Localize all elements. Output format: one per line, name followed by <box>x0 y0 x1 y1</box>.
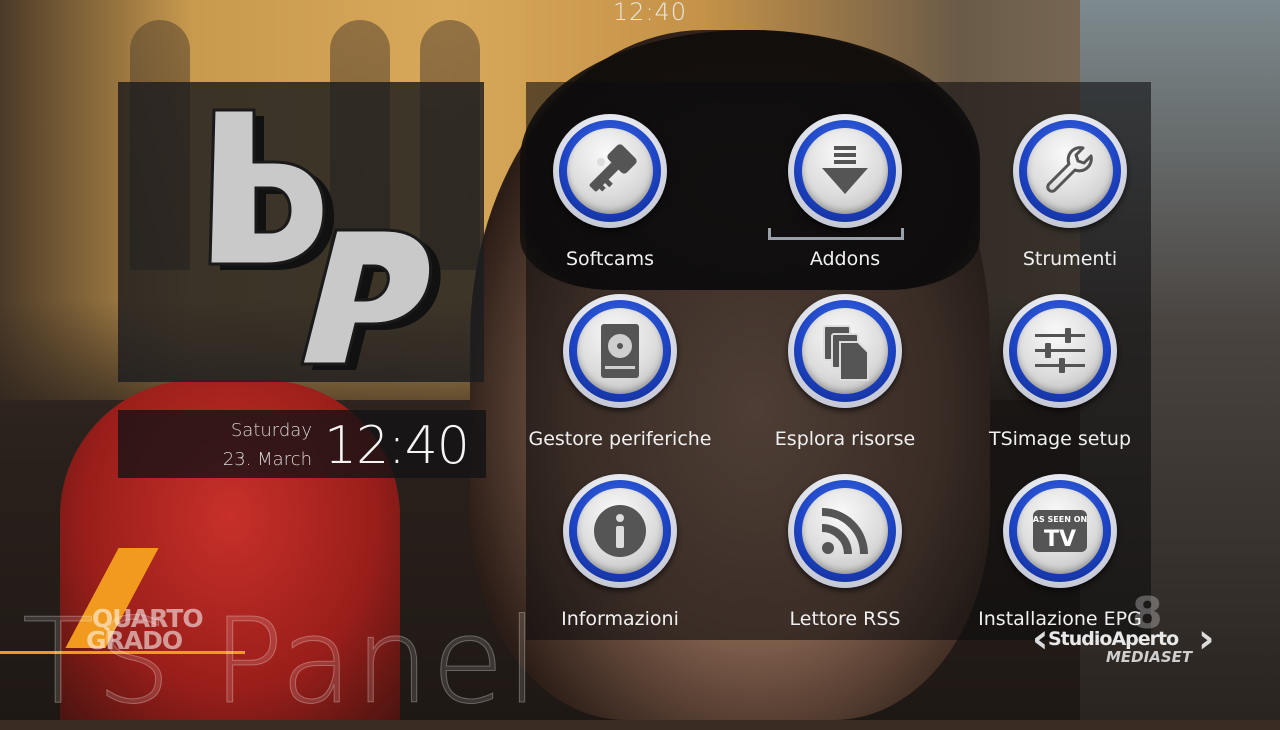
menu-item-informazioni[interactable]: Informazioni <box>510 474 730 650</box>
selection-indicator <box>768 228 904 240</box>
broadcaster-network: MEDIASET <box>1106 648 1193 666</box>
as-seen-on-tv-icon: AS SEEN ON TV <box>1033 510 1087 552</box>
menu-item-addons[interactable]: Addons <box>735 114 955 290</box>
menu-item-label: Addons <box>809 248 881 270</box>
menu-item-label: TSimage setup <box>988 428 1132 450</box>
menu-grid: Softcams Addons Strumenti Gestore perife… <box>526 82 1151 640</box>
top-clock: 12:40 <box>612 0 688 26</box>
files-icon <box>823 325 869 381</box>
clock-time: 12:40 <box>324 416 470 476</box>
menu-item-label: Gestore periferiche <box>528 428 712 450</box>
menu-item-label: Softcams <box>566 248 654 270</box>
broadcaster-logo: 8 ‹ StudioAperto MEDIASET › <box>1032 588 1262 668</box>
logo-panel <box>118 82 484 382</box>
chevron-left-icon: ‹ <box>1032 616 1049 662</box>
bp-logo <box>208 108 441 370</box>
badge-top-text: AS SEEN ON <box>1033 515 1087 524</box>
weekday: Saturday <box>230 420 312 441</box>
datetime-panel: Saturday 23. March 12:40 <box>118 410 486 478</box>
sliders-icon <box>1035 328 1085 373</box>
hard-drive-icon <box>601 324 639 378</box>
badge-main-text: TV <box>1044 527 1076 552</box>
menu-item-esplora-risorse[interactable]: Esplora risorse <box>735 294 955 470</box>
download-arrow-icon <box>822 146 868 194</box>
menu-item-label: Informazioni <box>561 608 679 630</box>
softcam-key-icon <box>589 144 637 192</box>
menu-item-gestore-periferiche[interactable]: Gestore periferiche <box>510 294 730 470</box>
menu-item-softcams[interactable]: Softcams <box>500 114 720 290</box>
broadcaster-name: StudioAperto <box>1048 628 1179 650</box>
date: 23. March <box>222 449 312 470</box>
menu-item-tsimage-setup[interactable]: TSimage setup <box>950 294 1170 470</box>
menu-item-label: Esplora risorse <box>774 428 916 450</box>
menu-item-label: Lettore RSS <box>789 608 901 630</box>
wrench-icon <box>1046 146 1093 193</box>
menu-item-lettore-rss[interactable]: Lettore RSS <box>735 474 955 650</box>
menu-item-label: Strumenti <box>1022 248 1118 270</box>
panel-title: TS Panel <box>22 592 541 730</box>
chevron-right-icon: › <box>1198 616 1215 662</box>
rss-icon <box>821 508 868 555</box>
info-icon <box>594 505 646 557</box>
menu-item-strumenti[interactable]: Strumenti <box>960 114 1180 290</box>
